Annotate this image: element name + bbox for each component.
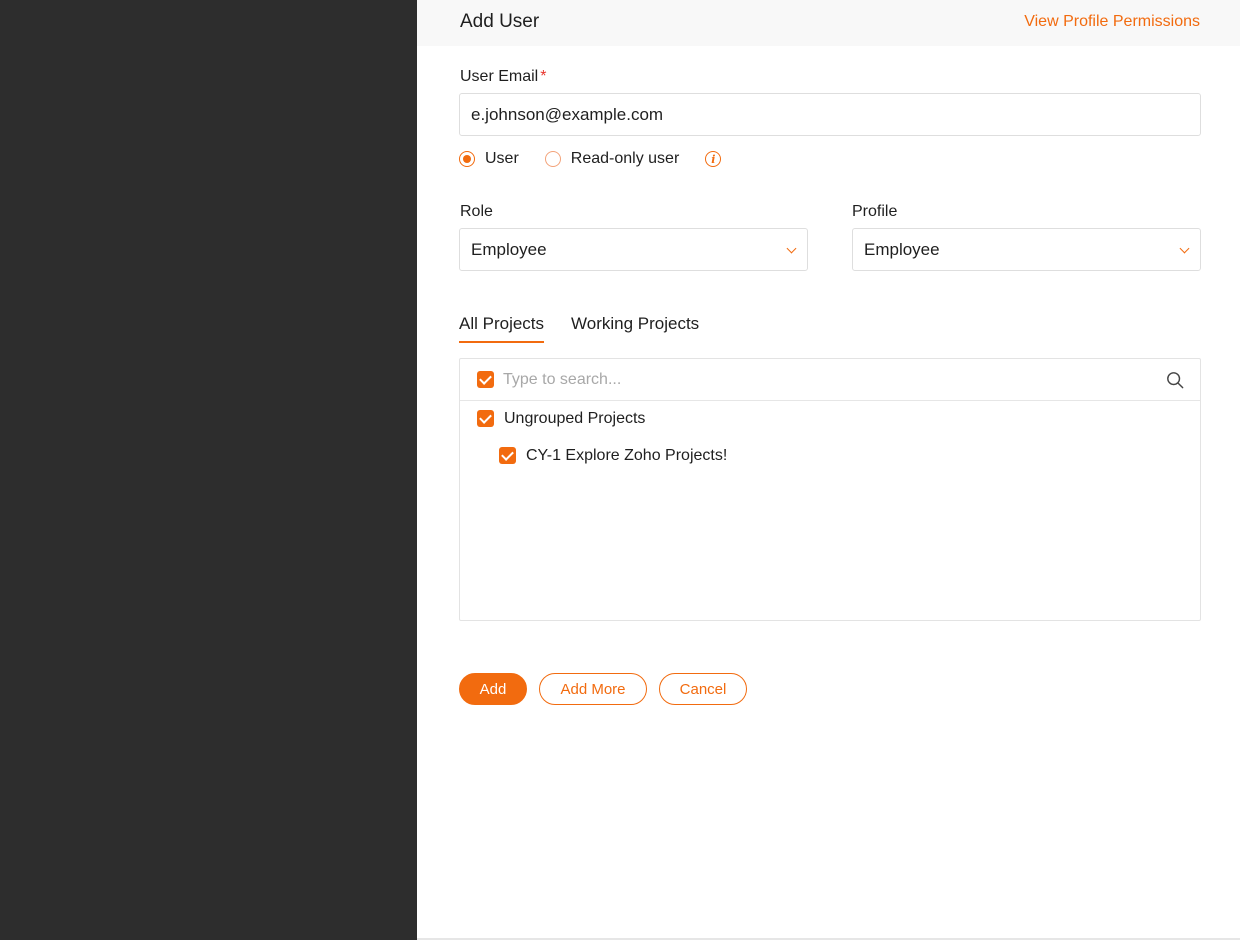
backdrop-overlay[interactable] xyxy=(0,0,417,940)
required-mark: * xyxy=(540,68,547,85)
user-email-field[interactable]: e.johnson@example.com xyxy=(459,93,1201,136)
view-profile-permissions-link[interactable]: View Profile Permissions xyxy=(1024,13,1200,31)
profile-value: Employee xyxy=(864,239,940,259)
user-type-radio-group: User Read-only user i xyxy=(459,148,722,170)
select-all-checkbox[interactable] xyxy=(477,371,494,388)
profile-select[interactable]: Employee xyxy=(852,228,1201,271)
cancel-button[interactable]: Cancel xyxy=(659,673,747,705)
project-selector: Ungrouped Projects CY-1 Explore Zoho Pro… xyxy=(459,358,1201,621)
user-email-label-text: User Email xyxy=(460,68,539,85)
profile-label: Profile xyxy=(852,203,898,220)
project-search-row xyxy=(460,359,1200,401)
project-checkbox-cy-1[interactable] xyxy=(499,447,516,464)
radio-user[interactable] xyxy=(459,151,475,167)
chevron-down-icon xyxy=(1179,243,1190,254)
role-label: Role xyxy=(460,203,493,220)
radio-read-only-user[interactable] xyxy=(544,151,561,167)
chevron-down-icon xyxy=(786,243,797,254)
project-search-input[interactable] xyxy=(503,368,1143,392)
radio-user-label[interactable]: User xyxy=(485,150,519,168)
panel-header: Add User View Profile Permissions xyxy=(417,0,1240,46)
group-checkbox-ungrouped-projects[interactable] xyxy=(477,410,494,427)
role-select[interactable]: Employee xyxy=(459,228,808,271)
add-button[interactable]: Add xyxy=(459,673,527,705)
info-icon[interactable]: i xyxy=(705,151,722,167)
project-label-cy-1: CY-1 Explore Zoho Projects! xyxy=(526,447,728,464)
tab-all-projects[interactable]: All Projects xyxy=(459,314,545,343)
role-value: Employee xyxy=(471,239,547,259)
tab-working-projects[interactable]: Working Projects xyxy=(571,314,699,334)
radio-read-only-user-label[interactable]: Read-only user xyxy=(571,150,680,168)
user-email-label: User Email * xyxy=(460,68,546,86)
add-more-button[interactable]: Add More xyxy=(539,673,647,705)
user-email-value: e.johnson@example.com xyxy=(471,104,664,124)
group-label-ungrouped-projects: Ungrouped Projects xyxy=(504,410,646,427)
page-title: Add User xyxy=(460,11,540,32)
search-icon[interactable] xyxy=(1166,371,1184,389)
add-user-panel: Add User View Profile Permissions User E… xyxy=(417,0,1240,938)
